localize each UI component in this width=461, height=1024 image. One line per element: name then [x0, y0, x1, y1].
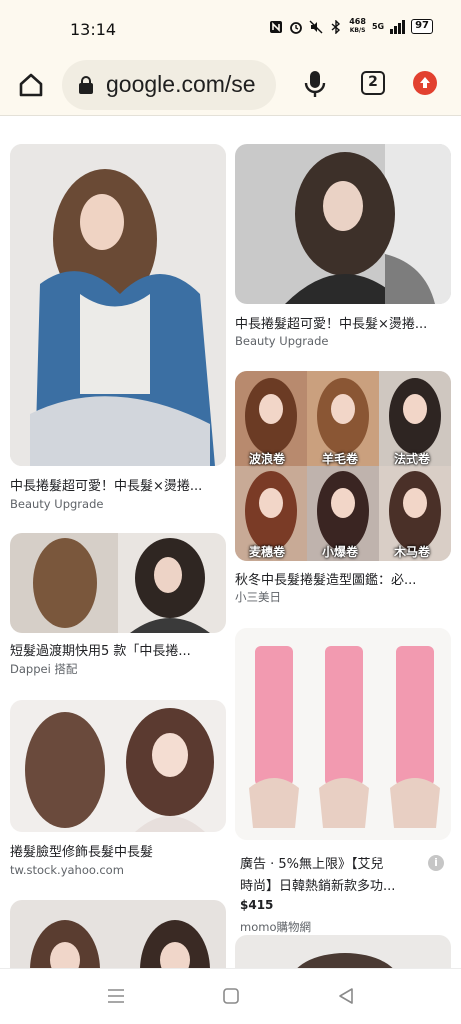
lock-icon[interactable]	[78, 76, 94, 94]
network-type: 5G	[371, 22, 385, 31]
ad-price: $415	[240, 898, 274, 912]
image-results-grid: 中長捲髮超可愛！中長髮×燙捲... Beauty Upgrade 中長捲髮超可愛…	[0, 122, 461, 968]
image-result-card[interactable]: 中長捲髮超可愛！中長髮×燙捲... Beauty Upgrade	[10, 144, 226, 512]
result-title[interactable]: 短髮過渡期快用5 款「中長捲...	[10, 640, 226, 659]
result-source: tw.stock.yahoo.com	[10, 863, 124, 877]
url-text[interactable]: google.com/se	[106, 71, 256, 98]
mute-icon	[309, 20, 323, 34]
image-result-card[interactable]: 波浪卷 羊毛卷 法式卷 麦穗卷 小爆卷 木马卷 秋冬中長髮捲髮造型圖鑑：必...…	[235, 371, 451, 607]
result-title[interactable]: 秋冬中長髮捲髮造型圖鑑：必...	[235, 569, 451, 588]
home-nav-icon[interactable]	[221, 986, 241, 1006]
result-thumbnail[interactable]	[10, 144, 226, 466]
status-icons: 468 KB/S 5G 97	[269, 18, 433, 35]
image-result-card[interactable]	[10, 900, 226, 968]
result-thumbnail[interactable]	[10, 900, 226, 968]
result-thumbnail[interactable]	[235, 935, 451, 968]
battery-icon: 97	[411, 19, 433, 34]
result-thumbnail[interactable]	[10, 533, 226, 633]
hair-style-tag: 羊毛卷	[322, 452, 359, 466]
hair-roller-image	[249, 646, 440, 828]
net-speed-unit: KB/S	[349, 27, 366, 34]
signal-icon	[390, 19, 406, 34]
result-thumbnail[interactable]	[10, 700, 226, 832]
home-icon[interactable]	[16, 70, 46, 100]
result-title[interactable]: 捲髮臉型修飾長髮中長髮	[10, 841, 226, 860]
browser-toolbar: google.com/se 2	[0, 58, 461, 116]
image-result-card[interactable]: 中長捲髮超可愛！中長髮×燙捲... Beauty Upgrade	[235, 144, 451, 350]
url-bar[interactable]: google.com/se	[62, 60, 276, 110]
hair-style-tag: 波浪卷	[249, 452, 286, 466]
nfc-icon	[269, 20, 283, 34]
ad-thumbnail[interactable]	[235, 628, 451, 840]
mic-icon[interactable]	[302, 69, 328, 99]
result-title[interactable]: 中長捲髮超可愛！中長髮×燙捲...	[10, 475, 226, 494]
alarm-icon	[289, 20, 303, 34]
result-source: Beauty Upgrade	[10, 497, 104, 511]
hair-style-tag: 法式卷	[394, 452, 431, 466]
result-thumbnail[interactable]	[235, 144, 451, 304]
ad-info-icon[interactable]: i	[428, 855, 444, 871]
result-source: Dappei 搭配	[10, 662, 78, 676]
image-result-card[interactable]	[235, 935, 451, 968]
ad-seller: momo購物網	[240, 920, 311, 934]
back-icon[interactable]	[336, 986, 356, 1006]
bluetooth-icon	[329, 18, 343, 35]
image-result-card[interactable]: 短髮過渡期快用5 款「中長捲... Dappei 搭配	[10, 533, 226, 678]
status-time: 13:14	[70, 20, 117, 39]
ad-title-line-1[interactable]: 廣告 · 5%無上限》【艾兒	[240, 853, 384, 872]
update-icon[interactable]	[413, 71, 437, 95]
result-source: 小三美日	[235, 590, 281, 604]
net-speed: 468 KB/S	[349, 18, 366, 35]
image-result-card[interactable]: 捲髮臉型修飾長髮中長髮 tw.stock.yahoo.com	[10, 700, 226, 880]
result-thumbnail[interactable]: 波浪卷 羊毛卷 法式卷 麦穗卷 小爆卷 木马卷	[235, 371, 451, 561]
hair-style-tag: 麦穗卷	[249, 545, 286, 559]
tab-switcher-icon[interactable]: 2	[361, 71, 385, 95]
hair-style-tag: 小爆卷	[322, 545, 359, 559]
ad-title-line-2[interactable]: 時尚】日韓熱銷新款多功...	[240, 875, 395, 894]
system-nav-bar	[0, 968, 461, 1024]
sponsored-result-card[interactable]: 廣告 · 5%無上限》【艾兒 i 時尚】日韓熱銷新款多功... $415 mom…	[235, 628, 451, 934]
result-source: Beauty Upgrade	[235, 334, 329, 348]
menu-icon[interactable]	[106, 986, 126, 1006]
status-bar: 13:14 468 KB/S 5G 97	[0, 0, 461, 58]
result-title[interactable]: 中長捲髮超可愛！中長髮×燙捲...	[235, 313, 451, 332]
hair-style-tag: 木马卷	[394, 545, 431, 559]
net-speed-value: 468	[349, 17, 366, 26]
